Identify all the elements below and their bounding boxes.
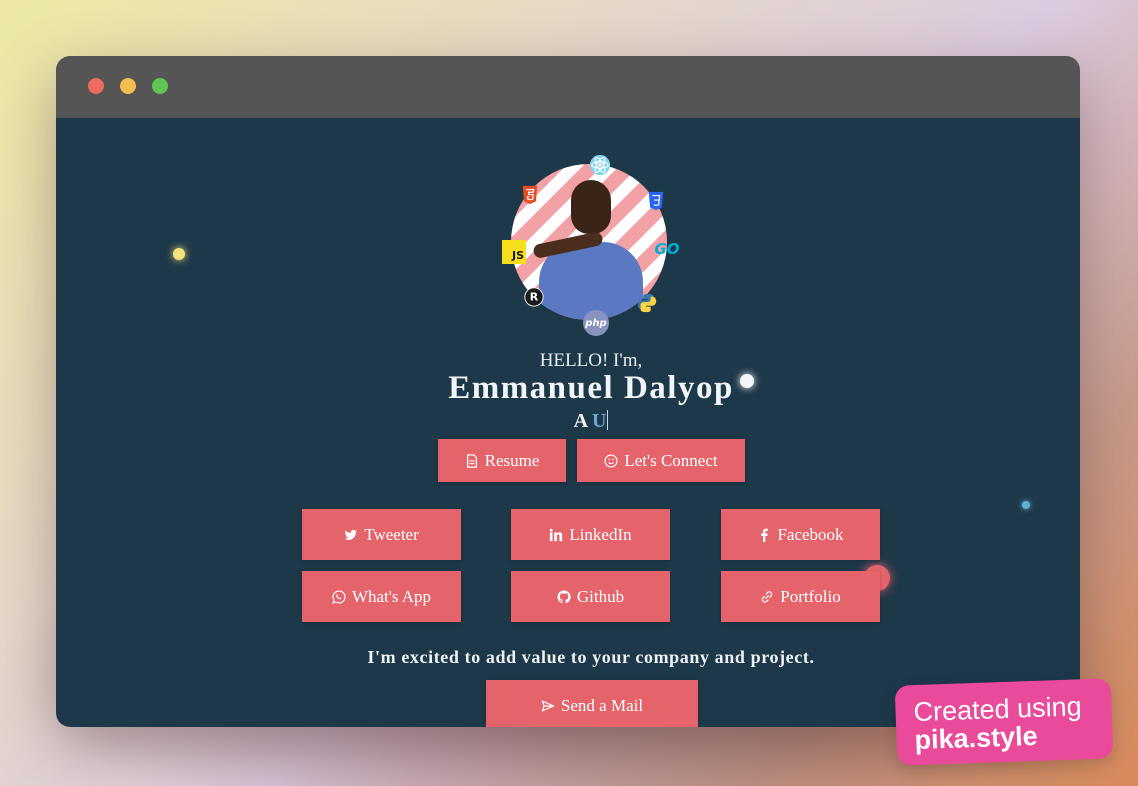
github-button[interactable]: Github xyxy=(511,571,670,622)
typed-role-text: A U xyxy=(56,410,1080,433)
facebook-button[interactable]: Facebook xyxy=(721,509,880,560)
connect-button-label: Let's Connect xyxy=(624,450,718,470)
whatsapp-button[interactable]: What's App xyxy=(302,571,461,622)
browser-window: JS GO R php HELLO! I'm, Emmanuel Dalyop … xyxy=(56,56,1080,727)
rust-icon: R xyxy=(523,286,545,308)
resume-button[interactable]: Resume xyxy=(438,439,566,482)
smile-icon xyxy=(604,453,618,468)
javascript-icon: JS xyxy=(502,240,526,264)
page-viewport: JS GO R php HELLO! I'm, Emmanuel Dalyop … xyxy=(56,118,1080,727)
twitter-button[interactable]: Tweeter xyxy=(302,509,461,560)
minimize-window-button[interactable] xyxy=(120,78,136,94)
github-button-label: Github xyxy=(576,586,625,606)
page-title: Emmanuel Dalyop xyxy=(448,370,734,406)
zoom-window-button[interactable] xyxy=(152,78,168,94)
greeting-text: HELLO! I'm, xyxy=(539,350,643,371)
whatsapp-button-label: What's App xyxy=(351,586,432,606)
send-mail-button[interactable]: Send a Mail xyxy=(486,680,698,727)
typed-word: U xyxy=(591,410,607,432)
twitter-icon xyxy=(344,529,358,540)
portfolio-button-label: Portfolio xyxy=(780,586,841,606)
particle-blue xyxy=(1022,501,1030,509)
go-icon: GO xyxy=(654,240,680,258)
tagline-text: I'm excited to add value to your company… xyxy=(367,647,815,667)
whatsapp-icon xyxy=(332,589,346,604)
python-icon xyxy=(636,292,658,314)
resume-button-label: Resume xyxy=(484,450,540,470)
window-titlebar xyxy=(56,56,1080,118)
typing-caret xyxy=(607,410,609,430)
send-icon xyxy=(541,700,555,712)
send-mail-button-label: Send a Mail xyxy=(560,696,644,715)
svg-text:R: R xyxy=(530,291,539,304)
file-icon xyxy=(466,453,477,468)
linkedin-icon xyxy=(550,528,563,541)
react-icon xyxy=(589,154,611,176)
typed-prefix: A xyxy=(573,410,587,432)
particle-yellow xyxy=(173,248,185,260)
portfolio-button[interactable]: Portfolio xyxy=(721,571,880,622)
linkedin-button-label: LinkedIn xyxy=(569,524,632,544)
twitter-button-label: Tweeter xyxy=(364,524,419,544)
watermark-badge[interactable]: Created using pika.style xyxy=(894,678,1114,766)
avatar-head xyxy=(571,180,611,234)
linkedin-button[interactable]: LinkedIn xyxy=(511,509,670,560)
css3-icon xyxy=(645,190,667,212)
watermark-line-2: pika.style xyxy=(914,720,1039,756)
facebook-icon xyxy=(761,528,769,542)
close-window-button[interactable] xyxy=(88,78,104,94)
github-icon xyxy=(557,589,571,603)
link-icon xyxy=(762,590,773,603)
html5-icon xyxy=(519,184,541,206)
facebook-button-label: Facebook xyxy=(777,524,844,544)
connect-button[interactable]: Let's Connect xyxy=(577,439,745,482)
php-icon: php xyxy=(583,310,609,336)
